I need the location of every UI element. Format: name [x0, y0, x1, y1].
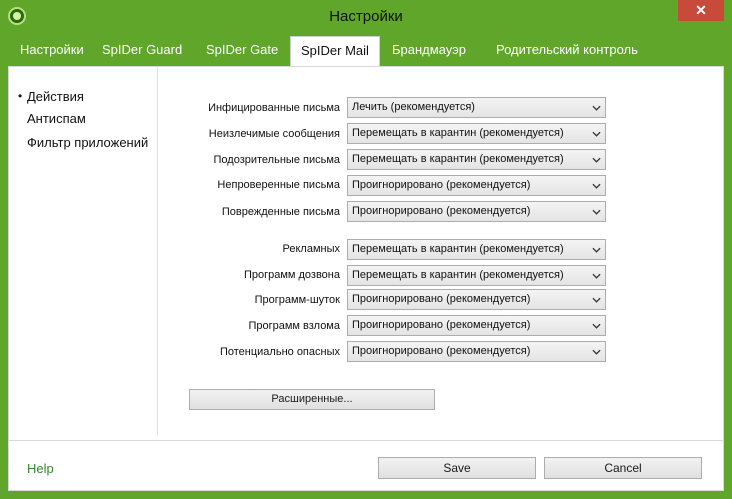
riskware-label: Потенциально опасных — [219, 346, 340, 358]
incurable-label: Неизлечимые сообщения — [208, 128, 340, 140]
active-item-bullet: • — [18, 89, 23, 103]
infected-label: Инфицированные письма — [208, 102, 340, 114]
suspicious-label: Подозрительные письма — [213, 154, 340, 166]
chevron-down-icon — [592, 323, 601, 329]
suspicious-value: Перемещать в карантин (рекомендуется) — [352, 153, 564, 165]
tab-firewall[interactable]: Брандмауэр — [382, 36, 476, 66]
unchecked-label: Непроверенные письма — [217, 179, 340, 191]
dialers-label: Программ дозвона — [243, 269, 340, 281]
damaged-label: Поврежденные письма — [221, 206, 340, 218]
infected-select[interactable]: Лечить (рекомендуется) — [347, 97, 606, 118]
chevron-down-icon — [592, 349, 601, 355]
footer: Help Save Cancel — [8, 441, 724, 491]
suspicious-select[interactable]: Перемещать в карантин (рекомендуется) — [347, 149, 606, 170]
sidebar: • Действия Антиспам Фильтр приложений — [9, 67, 157, 435]
hacktools-value: Проигнорировано (рекомендуется) — [352, 319, 531, 331]
chevron-down-icon — [592, 157, 601, 163]
riskware-value: Проигнорировано (рекомендуется) — [352, 345, 531, 357]
advanced-button[interactable]: Расширенные... — [189, 389, 435, 410]
dialers-value: Перемещать в карантин (рекомендуется) — [352, 269, 564, 281]
chevron-down-icon — [592, 273, 601, 279]
incurable-value: Перемещать в карантин (рекомендуется) — [352, 127, 564, 139]
hacktools-select[interactable]: Проигнорировано (рекомендуется) — [347, 315, 606, 336]
jokes-label: Программ-шуток — [254, 294, 340, 306]
settings-window: Настройки ✕ Настройки SpIDer Guard SpIDe… — [0, 0, 732, 499]
adware-value: Перемещать в карантин (рекомендуется) — [352, 243, 564, 255]
tab-parental-control[interactable]: Родительский контроль — [486, 36, 648, 66]
help-link[interactable]: Help — [27, 461, 54, 476]
close-button[interactable]: ✕ — [678, 0, 724, 21]
adware-label: Рекламных — [282, 243, 341, 255]
jokes-select[interactable]: Проигнорировано (рекомендуется) — [347, 289, 606, 310]
title-bar: Настройки ✕ — [0, 0, 732, 32]
window-title: Настройки — [329, 8, 403, 25]
tab-spider-mail[interactable]: SpIDer Mail — [290, 36, 380, 66]
tab-spider-gate[interactable]: SpIDer Gate — [196, 36, 288, 66]
jokes-value: Проигнорировано (рекомендуется) — [352, 293, 531, 305]
dialers-select[interactable]: Перемещать в карантин (рекомендуется) — [347, 265, 606, 286]
riskware-select[interactable]: Проигнорировано (рекомендуется) — [347, 341, 606, 362]
infected-value: Лечить (рекомендуется) — [352, 101, 475, 113]
unchecked-select[interactable]: Проигнорировано (рекомендуется) — [347, 175, 606, 196]
sidebar-item-app-filter[interactable]: Фильтр приложений — [27, 135, 148, 150]
adware-select[interactable]: Перемещать в карантин (рекомендуется) — [347, 239, 606, 260]
cancel-button[interactable]: Cancel — [544, 457, 702, 479]
damaged-select[interactable]: Проигнорировано (рекомендуется) — [347, 201, 606, 222]
sidebar-item-antispam[interactable]: Антиспам — [27, 111, 86, 126]
chevron-down-icon — [592, 105, 601, 111]
unchecked-value: Проигнорировано (рекомендуется) — [352, 179, 531, 191]
hacktools-label: Программ взлома — [248, 320, 340, 332]
save-button[interactable]: Save — [378, 457, 536, 479]
chevron-down-icon — [592, 297, 601, 303]
chevron-down-icon — [592, 183, 601, 189]
content-panel: • Действия Антиспам Фильтр приложений Ин… — [8, 66, 724, 441]
tab-spider-guard[interactable]: SpIDer Guard — [92, 36, 192, 66]
incurable-select[interactable]: Перемещать в карантин (рекомендуется) — [347, 123, 606, 144]
chevron-down-icon — [592, 131, 601, 137]
tab-bar: Настройки SpIDer Guard SpIDer Gate SpIDe… — [8, 36, 724, 66]
chevron-down-icon — [592, 209, 601, 215]
chevron-down-icon — [592, 247, 601, 253]
tab-settings[interactable]: Настройки — [10, 36, 94, 66]
sidebar-item-actions[interactable]: Действия — [27, 89, 84, 104]
damaged-value: Проигнорировано (рекомендуется) — [352, 205, 531, 217]
